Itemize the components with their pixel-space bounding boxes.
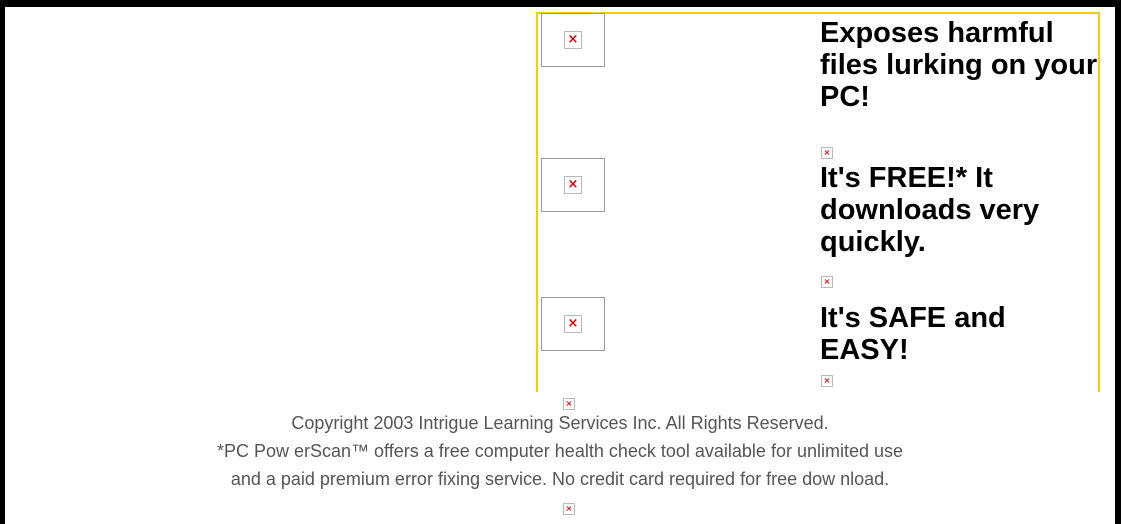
footer-bottom-broken-image-icon: × — [563, 503, 575, 515]
feature-3-text: It's SAFE and EASY! — [820, 302, 1006, 366]
window-frame-top — [0, 0, 1121, 7]
window-frame-left — [0, 0, 5, 524]
disclaimer-line-2: and a paid premium error fixing service.… — [230, 469, 890, 489]
feature-2-text: It's FREE!* It downloads very quickly. — [820, 162, 1040, 258]
feature-1-spacer-broken-image-icon: × — [821, 147, 833, 159]
footer-top-broken-image-icon: × — [563, 398, 575, 410]
window-frame-right — [1115, 0, 1121, 524]
feature-3-broken-image-icon: × — [541, 297, 605, 351]
feature-2-broken-image-icon: × — [541, 158, 605, 212]
copyright-text: Copyright 2003 Intrigue Learning Service… — [291, 413, 829, 433]
disclaimer-line-1: *PC Pow erScan™ offers a free computer h… — [216, 441, 904, 461]
feature-1-text: Exposes harmful files lurking on your PC… — [820, 17, 1098, 113]
feature-2-spacer-broken-image-icon: × — [821, 276, 833, 288]
feature-3-spacer-broken-image-icon: × — [821, 375, 833, 387]
feature-1-broken-image-icon: × — [541, 13, 605, 67]
